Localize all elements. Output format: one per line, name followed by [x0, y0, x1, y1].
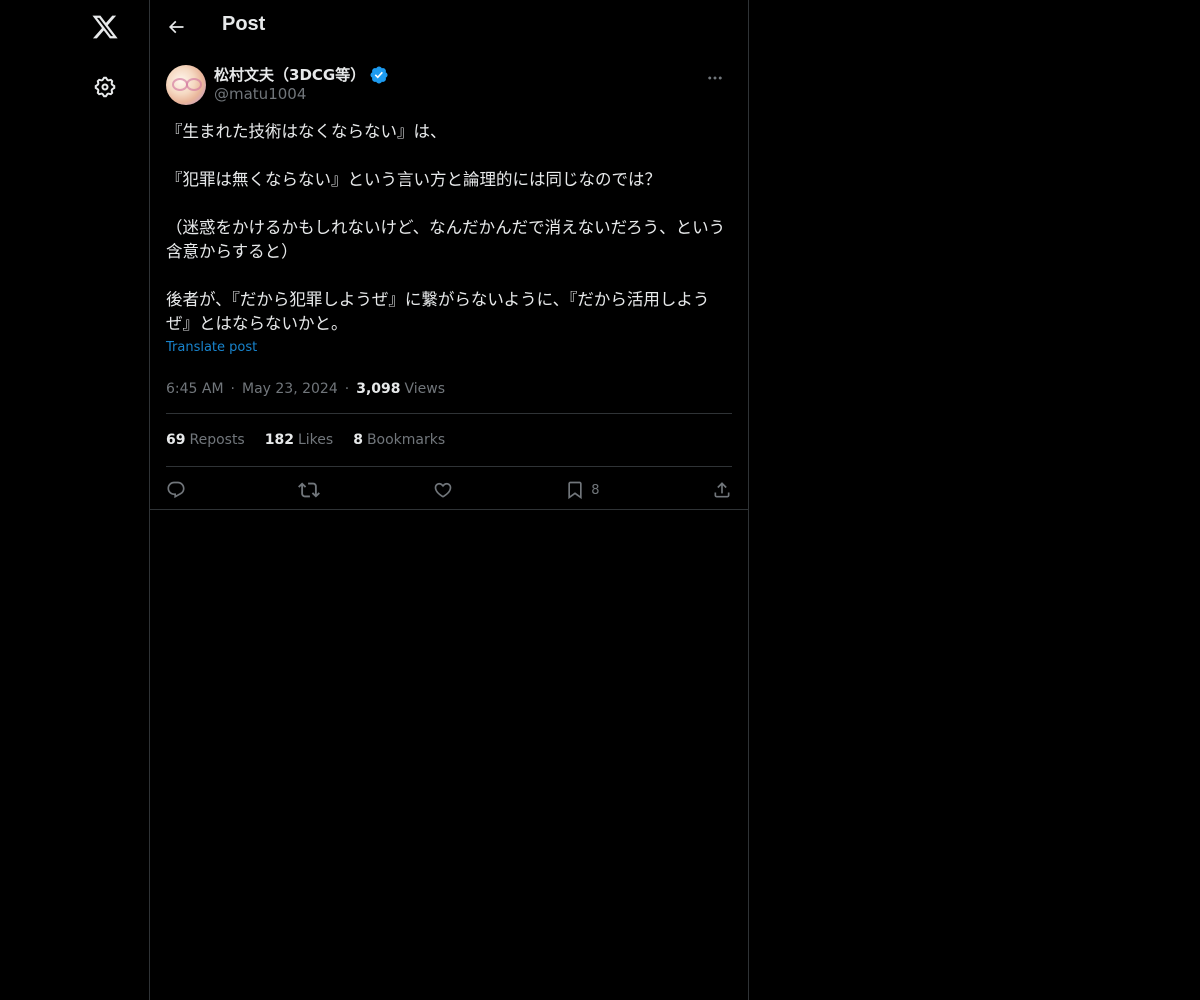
- like-button[interactable]: [433, 480, 453, 500]
- bookmarks-count: 8: [353, 432, 363, 448]
- post-text: 『生まれた技術はなくならない』は、 『犯罪は無くならない』という言い方と論理的に…: [166, 122, 726, 333]
- avatar[interactable]: [166, 65, 206, 105]
- post: 松村文夫（3DCG等） @matu1004 『生まれた技術はなくならない』は、 …: [150, 54, 748, 513]
- reposts-count: 69: [166, 432, 186, 448]
- views-label: Views: [404, 381, 446, 397]
- back-button[interactable]: [160, 11, 192, 43]
- meta-separator: ·: [230, 381, 235, 397]
- page-title: Post: [222, 13, 266, 35]
- author-display-name[interactable]: 松村文夫（3DCG等）: [214, 64, 365, 85]
- post-meta: 6:45 AM · May 23, 2024 · 3,098 Views: [166, 375, 732, 414]
- translate-post-link[interactable]: Translate post: [166, 340, 257, 355]
- share-button[interactable]: [712, 480, 732, 500]
- share-icon: [714, 482, 730, 498]
- engagement-stats: 69 Reposts 182 Likes 8 Bookmarks: [166, 414, 732, 467]
- reposts-label: Reposts: [189, 432, 245, 448]
- likes-count: 182: [264, 432, 294, 448]
- app-root: Post 松村文夫（3DCG等） @matu1004 『生まれた技術はなくならな…: [0, 0, 1200, 1000]
- meta-separator: ·: [344, 381, 350, 397]
- likes-label: Likes: [297, 432, 334, 448]
- arrow-left-icon: [168, 20, 184, 34]
- likes-stat[interactable]: 182 Likes: [265, 432, 333, 448]
- repost-button[interactable]: [298, 479, 321, 501]
- reply-button[interactable]: [166, 480, 186, 500]
- page-header: Post: [150, 0, 748, 54]
- bookmark-button[interactable]: 8: [565, 480, 600, 500]
- heart-icon: [434, 482, 452, 498]
- bookmarks-stat[interactable]: 8 Bookmarks: [353, 432, 445, 448]
- reposts-stat[interactable]: 69 Reposts: [166, 432, 245, 448]
- author-name-row: 松村文夫（3DCG等）: [214, 64, 389, 85]
- more-button[interactable]: [698, 64, 732, 92]
- post-divider: [150, 509, 748, 510]
- post-date[interactable]: May 23, 2024: [242, 381, 338, 397]
- author-handle[interactable]: @matu1004: [214, 85, 306, 103]
- post-time[interactable]: 6:45 AM: [166, 381, 224, 397]
- more-horizontal-icon: [708, 76, 722, 80]
- repost-icon: [298, 482, 321, 498]
- left-nav: [0, 0, 150, 1000]
- post-header: 松村文夫（3DCG等） @matu1004: [166, 54, 732, 116]
- gear-icon[interactable]: [85, 67, 125, 107]
- action-bar: 8: [166, 467, 732, 513]
- x-logo-icon[interactable]: [85, 7, 125, 47]
- views-count: 3,098: [356, 381, 401, 397]
- reply-icon: [167, 481, 185, 499]
- bookmarks-label: Bookmarks: [366, 432, 446, 448]
- verified-badge-icon[interactable]: [369, 65, 389, 85]
- bookmark-icon: [568, 481, 582, 500]
- bookmark-count: 8: [591, 482, 600, 498]
- main-column: Post 松村文夫（3DCG等） @matu1004 『生まれた技術はなくならな…: [150, 0, 749, 1000]
